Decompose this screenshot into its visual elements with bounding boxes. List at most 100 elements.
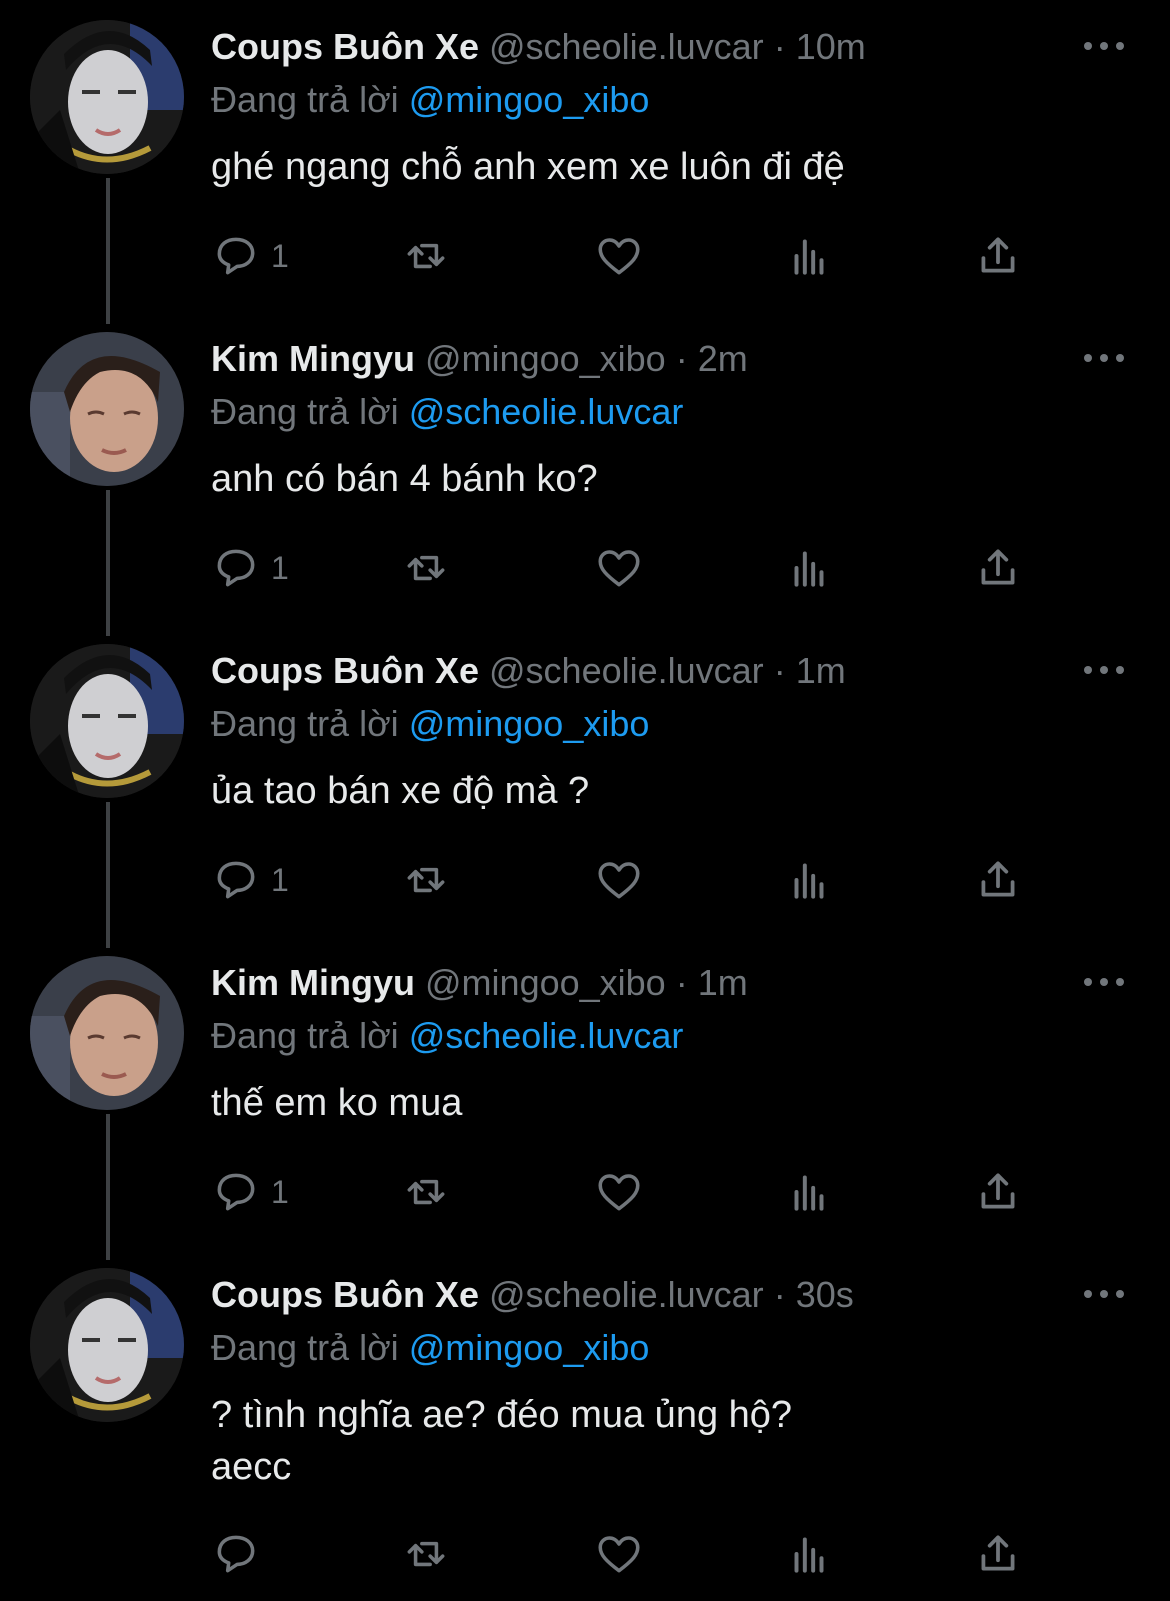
reply-count: 1 xyxy=(271,549,289,586)
retweet-button[interactable] xyxy=(401,540,451,596)
replying-to: Đang trả lời @scheolie.luvcar xyxy=(211,387,683,437)
tweet[interactable]: Coups Buôn Xe @scheolie.luvcar · 30s Đan… xyxy=(0,1248,1170,1601)
replying-to-handle-link[interactable]: @mingoo_xibo xyxy=(409,703,650,744)
like-button[interactable] xyxy=(594,1164,644,1220)
tweet-header: Kim Mingyu @mingoo_xibo · 2m xyxy=(211,334,748,384)
tweet-actions: 1 xyxy=(211,1164,1031,1220)
display-name[interactable]: Kim Mingyu xyxy=(211,962,415,1003)
share-button[interactable] xyxy=(973,540,1023,596)
tweet[interactable]: Coups Buôn Xe @scheolie.luvcar · 1m Đang… xyxy=(0,624,1170,936)
timestamp[interactable]: 1m xyxy=(796,650,846,691)
reply-button[interactable]: 1 xyxy=(211,228,289,284)
share-button[interactable] xyxy=(973,852,1023,908)
avatar-coups[interactable] xyxy=(30,1268,184,1422)
retweet-icon xyxy=(407,243,445,269)
retweet-button[interactable] xyxy=(401,228,451,284)
avatar-mingyu[interactable] xyxy=(30,332,184,486)
retweet-button[interactable] xyxy=(401,852,451,908)
views-button[interactable] xyxy=(784,852,834,908)
tweet-header: Kim Mingyu @mingoo_xibo · 1m xyxy=(211,958,748,1008)
replying-to: Đang trả lời @mingoo_xibo xyxy=(211,75,649,125)
replying-to-handle-link[interactable]: @scheolie.luvcar xyxy=(409,391,684,432)
share-upload-icon xyxy=(981,549,1015,585)
retweet-button[interactable] xyxy=(401,1164,451,1220)
like-button[interactable] xyxy=(594,540,644,596)
timestamp[interactable]: 1m xyxy=(698,962,748,1003)
share-upload-icon xyxy=(981,1535,1015,1571)
replying-to-label: Đang trả lời xyxy=(211,1015,399,1056)
tweet-header: Coups Buôn Xe @scheolie.luvcar · 1m xyxy=(211,646,846,696)
separator-dot: · xyxy=(773,26,786,67)
tweet[interactable]: Coups Buôn Xe @scheolie.luvcar · 10m Đan… xyxy=(0,0,1170,312)
replying-to-handle-link[interactable]: @mingoo_xibo xyxy=(409,1327,650,1368)
timestamp[interactable]: 30s xyxy=(796,1274,854,1315)
separator-dot: · xyxy=(675,338,688,379)
more-options-button[interactable] xyxy=(1084,1284,1124,1304)
like-button[interactable] xyxy=(594,1526,644,1582)
retweet-icon xyxy=(407,867,445,893)
replying-to-label: Đang trả lời xyxy=(211,391,399,432)
replying-to: Đang trả lời @scheolie.luvcar xyxy=(211,1011,683,1061)
tweet-header: Coups Buôn Xe @scheolie.luvcar · 30s xyxy=(211,1270,854,1320)
heart-icon xyxy=(598,1174,640,1211)
avatar-image xyxy=(30,20,184,174)
share-button[interactable] xyxy=(973,1164,1023,1220)
display-name[interactable]: Kim Mingyu xyxy=(211,338,415,379)
more-options-button[interactable] xyxy=(1084,348,1124,368)
user-handle[interactable]: @scheolie.luvcar xyxy=(489,650,764,691)
user-handle[interactable]: @scheolie.luvcar xyxy=(489,1274,764,1315)
reply-button[interactable] xyxy=(211,1526,271,1582)
timestamp[interactable]: 2m xyxy=(698,338,748,379)
more-options-button[interactable] xyxy=(1084,660,1124,680)
tweet[interactable]: Kim Mingyu @mingoo_xibo · 2m Đang trả lờ… xyxy=(0,312,1170,624)
bar-chart-icon xyxy=(794,1537,824,1573)
timestamp[interactable]: 10m xyxy=(796,26,866,67)
tweet-actions: 1 xyxy=(211,540,1031,596)
separator-dot: · xyxy=(773,650,786,691)
user-handle[interactable]: @mingoo_xibo xyxy=(425,338,666,379)
avatar-coups[interactable] xyxy=(30,20,184,174)
replying-to: Đang trả lời @mingoo_xibo xyxy=(211,699,649,749)
replying-to: Đang trả lời @mingoo_xibo xyxy=(211,1323,649,1373)
bar-chart-icon xyxy=(794,863,824,899)
display-name[interactable]: Coups Buôn Xe xyxy=(211,650,479,691)
retweet-icon xyxy=(407,555,445,581)
like-button[interactable] xyxy=(594,228,644,284)
speech-bubble-icon xyxy=(217,1535,255,1573)
share-upload-icon xyxy=(981,237,1015,273)
retweet-icon xyxy=(407,1541,445,1567)
tweet[interactable]: Kim Mingyu @mingoo_xibo · 1m Đang trả lờ… xyxy=(0,936,1170,1248)
views-button[interactable] xyxy=(784,228,834,284)
tweet-actions: 1 xyxy=(211,228,1031,284)
avatar-mingyu[interactable] xyxy=(30,956,184,1110)
reply-button[interactable]: 1 xyxy=(211,1164,289,1220)
views-button[interactable] xyxy=(784,540,834,596)
retweet-button[interactable] xyxy=(401,1526,451,1582)
replying-to-handle-link[interactable]: @scheolie.luvcar xyxy=(409,1015,684,1056)
avatar-coups[interactable] xyxy=(30,644,184,798)
more-options-button[interactable] xyxy=(1084,972,1124,992)
share-button[interactable] xyxy=(973,1526,1023,1582)
tweet-text: ủa tao bán xe độ mà ? xyxy=(211,770,590,812)
replying-to-handle-link[interactable]: @mingoo_xibo xyxy=(409,79,650,120)
reply-button[interactable]: 1 xyxy=(211,540,289,596)
tweet-text: anh có bán 4 bánh ko? xyxy=(211,458,598,500)
avatar-image xyxy=(30,332,184,486)
heart-icon xyxy=(598,550,640,587)
user-handle[interactable]: @scheolie.luvcar xyxy=(489,26,764,67)
views-button[interactable] xyxy=(784,1164,834,1220)
tweet-header: Coups Buôn Xe @scheolie.luvcar · 10m xyxy=(211,22,866,72)
more-options-button[interactable] xyxy=(1084,36,1124,56)
display-name[interactable]: Coups Buôn Xe xyxy=(211,26,479,67)
views-button[interactable] xyxy=(784,1526,834,1582)
share-button[interactable] xyxy=(973,228,1023,284)
display-name[interactable]: Coups Buôn Xe xyxy=(211,1274,479,1315)
user-handle[interactable]: @mingoo_xibo xyxy=(425,962,666,1003)
heart-icon xyxy=(598,238,640,275)
like-button[interactable] xyxy=(594,852,644,908)
reply-count: 1 xyxy=(271,1173,289,1210)
separator-dot: · xyxy=(675,962,688,1003)
reply-button[interactable]: 1 xyxy=(211,852,289,908)
reply-thread: Coups Buôn Xe @scheolie.luvcar · 10m Đan… xyxy=(0,0,1170,1601)
bar-chart-icon xyxy=(794,1175,824,1211)
